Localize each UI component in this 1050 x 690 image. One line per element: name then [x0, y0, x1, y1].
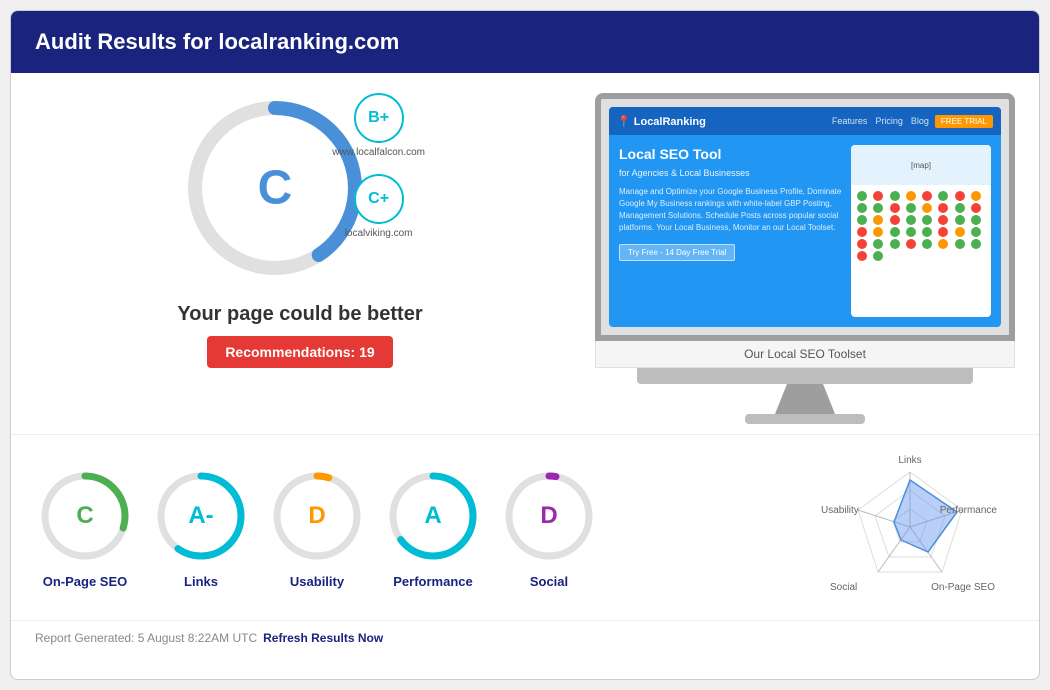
verdict-text: Your page could be better [177, 303, 422, 326]
refresh-link[interactable]: Refresh Results Now [263, 631, 383, 645]
competitor-2-label: localviking.com [345, 228, 413, 239]
onpageseo-label: On-Page SEO [43, 574, 128, 589]
usability-circle: D [267, 466, 367, 566]
links-label: Links [184, 574, 218, 589]
screen-nav: Features Pricing Blog [832, 116, 929, 126]
screen-inner: 📍 LocalRanking Features Pricing Blog FRE… [609, 107, 1001, 327]
map-area: [map] [851, 145, 991, 185]
report-generated-text: Report Generated: 5 August 8:22AM UTC [35, 631, 257, 645]
performance-grade: A [424, 502, 441, 530]
category-onpageseo: C On-Page SEO [35, 466, 135, 589]
radar-label-usability: Usability [821, 505, 859, 516]
screen-cta-btn: FREE TRIAL [935, 115, 993, 128]
category-performance: A Performance [383, 466, 483, 589]
monitor-caption: Our Local SEO Toolset [595, 341, 1015, 368]
performance-circle: A [383, 466, 483, 566]
overall-grade-panel: C B+ www.localfalcon.com C+ localviking.… [35, 93, 565, 424]
radar-chart: .radar-grid { fill:none; stroke:#ddd; st… [805, 445, 1015, 610]
recommendations-button[interactable]: Recommendations: 19 [207, 336, 392, 368]
category-row: C On-Page SEO A- Links [35, 466, 805, 589]
monitor-foot [745, 414, 865, 424]
category-social: D Social [499, 466, 599, 589]
header: Audit Results for localranking.com [11, 11, 1039, 73]
monitor-screen: 📍 LocalRanking Features Pricing Blog FRE… [595, 93, 1015, 341]
screen-sub-text: for Agencies & Local Businesses [619, 167, 843, 180]
radar-label-links: Links [898, 455, 921, 466]
radar-svg: .radar-grid { fill:none; stroke:#ddd; st… [805, 445, 1015, 605]
page-title: Audit Results for localranking.com [35, 29, 1015, 55]
performance-label: Performance [393, 574, 472, 589]
usability-grade: D [308, 502, 325, 530]
screen-description: Manage and Optimize your Google Business… [619, 186, 843, 234]
screen-cta-text: Try Free - 14 Day Free Trial [619, 244, 735, 261]
social-circle: D [499, 466, 599, 566]
competitor-1-label: www.localfalcon.com [332, 147, 425, 158]
social-label: Social [530, 574, 568, 589]
screen-logo: 📍 LocalRanking [617, 115, 706, 128]
competitor-2: C+ localviking.com [332, 174, 425, 239]
monitor-base [637, 368, 973, 384]
competitor-2-grade: C+ [354, 174, 404, 224]
onpageseo-circle: C [35, 466, 135, 566]
monitor-panel: 📍 LocalRanking Features Pricing Blog FRE… [595, 93, 1015, 424]
categories-section: C On-Page SEO A- Links [11, 434, 1039, 620]
screen-navbar: 📍 LocalRanking Features Pricing Blog FRE… [609, 107, 1001, 135]
competitor-1: B+ www.localfalcon.com [332, 93, 425, 158]
monitor: 📍 LocalRanking Features Pricing Blog FRE… [595, 93, 1015, 424]
monitor-stand [775, 384, 835, 414]
category-usability: D Usability [267, 466, 367, 589]
social-grade: D [540, 502, 557, 530]
radar-label-performance: Performance [940, 505, 998, 516]
radar-label-onpageseo: On-Page SEO [931, 582, 995, 593]
onpageseo-grade: C [76, 502, 93, 530]
screen-hero-text: Local SEO Tool [619, 145, 843, 163]
usability-label: Usability [290, 574, 344, 589]
links-circle: A- [151, 466, 251, 566]
links-grade: A- [188, 502, 213, 530]
overall-grade-letter: C [258, 161, 293, 216]
screen-text: Local SEO Tool for Agencies & Local Busi… [619, 145, 843, 317]
competitor-1-grade: B+ [354, 93, 404, 143]
category-links: A- Links [151, 466, 251, 589]
footer: Report Generated: 5 August 8:22AM UTC Re… [11, 620, 1039, 655]
dot-grid [851, 185, 991, 267]
screen-map: [map] [851, 145, 991, 317]
screen-body: Local SEO Tool for Agencies & Local Busi… [609, 135, 1001, 327]
competitor-badges: B+ www.localfalcon.com C+ localviking.co… [332, 93, 425, 239]
radar-label-social: Social [830, 582, 857, 593]
